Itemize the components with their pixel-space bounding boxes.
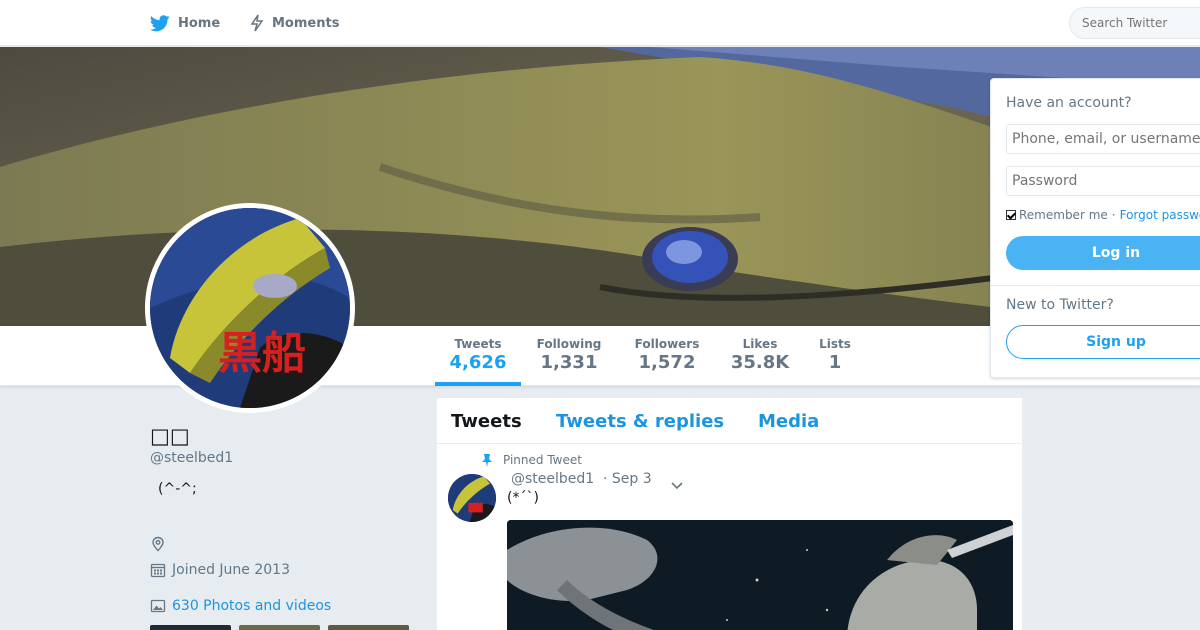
calendar-icon: [150, 563, 166, 578]
password-input[interactable]: [1006, 166, 1200, 196]
stat-tweets[interactable]: Tweets 4,626: [435, 326, 521, 386]
twitter-bird-icon: [150, 14, 170, 31]
photo-thumbnail[interactable]: [239, 625, 320, 630]
stat-tweets-label: Tweets: [454, 337, 502, 351]
nav-moments[interactable]: Moments: [250, 0, 339, 46]
photo-thumbnail[interactable]: [150, 625, 231, 630]
stat-likes-value: 35.8K: [730, 352, 790, 373]
stat-followers-label: Followers: [634, 337, 700, 351]
top-navigation: Home Moments: [0, 0, 1200, 46]
profile-photos-link[interactable]: 630 Photos and videos: [150, 598, 331, 614]
login-divider: [991, 285, 1200, 286]
photo-icon: [150, 599, 166, 613]
stat-following-label: Following: [536, 337, 602, 351]
tweet-media-artwork: [507, 520, 1013, 630]
stat-lists-value: 1: [828, 352, 842, 373]
profile-joined: Joined June 2013: [150, 562, 290, 578]
timeline-tabs: Tweets Tweets & replies Media: [437, 398, 1022, 444]
photo-thumbnail[interactable]: [328, 625, 409, 630]
new-to-twitter-label: New to Twitter?: [1006, 297, 1114, 313]
profile-location: [150, 536, 166, 556]
stat-lists[interactable]: Lists 1: [810, 326, 860, 386]
stat-following-value: 1,331: [540, 352, 598, 373]
profile-photos-label: 630 Photos and videos: [172, 598, 332, 614]
avatar-caption: 黒船: [218, 328, 306, 379]
login-card: Have an account? Remember me · Forgot pa…: [990, 78, 1200, 378]
pin-icon: [482, 454, 492, 467]
search-input[interactable]: [1069, 7, 1200, 39]
remember-checkbox[interactable]: [1006, 210, 1016, 220]
location-icon: [152, 536, 164, 552]
remember-separator: ·: [1111, 208, 1116, 222]
tab-tweets[interactable]: Tweets: [451, 411, 522, 432]
lightning-icon: [250, 14, 264, 32]
tweet-date[interactable]: · Sep 3: [603, 471, 652, 487]
profile-joined-text: Joined June 2013: [172, 562, 290, 578]
tweet-avatar[interactable]: [448, 474, 496, 522]
tweet-handle[interactable]: @steelbed1: [511, 471, 594, 487]
tweet-menu-button[interactable]: [671, 475, 683, 494]
tweet-media-image[interactable]: [507, 520, 1013, 630]
stat-likes[interactable]: Likes 35.8K: [726, 326, 794, 386]
signup-button[interactable]: Sign up: [1006, 325, 1200, 359]
remember-label[interactable]: Remember me: [1019, 208, 1108, 222]
timeline: Tweets Tweets & replies Media Pinned Twe…: [436, 397, 1023, 630]
forgot-password-link[interactable]: Forgot password?: [1120, 208, 1200, 222]
tab-tweets-and-replies[interactable]: Tweets & replies: [556, 411, 724, 432]
avatar-image: 黒船: [150, 208, 350, 408]
tab-media[interactable]: Media: [758, 411, 819, 432]
nav-home[interactable]: Home: [150, 0, 220, 46]
stat-tweets-value: 4,626: [449, 352, 507, 373]
stat-lists-label: Lists: [819, 337, 851, 351]
chevron-down-icon: [671, 482, 683, 490]
tweet-text: (*´`): [507, 490, 539, 506]
pinned-tweet-text: Pinned Tweet: [503, 453, 582, 467]
username-input[interactable]: [1006, 124, 1200, 154]
profile-bio: (^-^;: [158, 481, 197, 497]
tweet-avatar-image: [448, 474, 496, 522]
login-button[interactable]: Log in: [1006, 236, 1200, 270]
pinned-tweet-label: Pinned Tweet: [481, 453, 582, 467]
profile-name: □□: [150, 424, 190, 448]
stat-followers[interactable]: Followers 1,572: [628, 326, 706, 386]
login-title: Have an account?: [1006, 95, 1132, 111]
stat-following[interactable]: Following 1,331: [530, 326, 608, 386]
profile-handle[interactable]: @steelbed1: [150, 450, 233, 466]
remember-row: Remember me · Forgot password?: [1006, 208, 1200, 222]
nav-home-label: Home: [178, 15, 221, 31]
profile-avatar[interactable]: 黒船: [145, 203, 355, 413]
nav-moments-label: Moments: [272, 15, 340, 31]
stat-likes-label: Likes: [742, 337, 778, 351]
stat-followers-value: 1,572: [638, 352, 696, 373]
